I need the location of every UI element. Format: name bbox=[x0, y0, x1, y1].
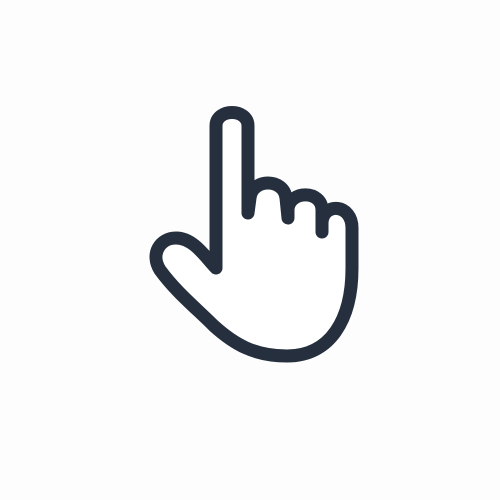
icon-canvas bbox=[0, 0, 500, 500]
hand-outline bbox=[149, 106, 359, 363]
hand-pointer-icon bbox=[149, 106, 359, 363]
